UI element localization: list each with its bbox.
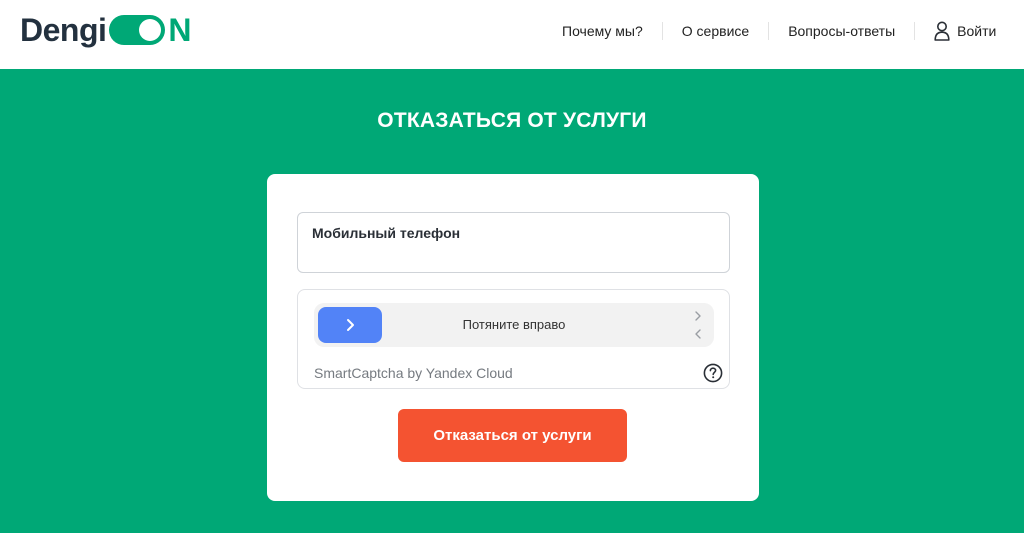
logo-suffix: N [168,11,192,48]
nav-link-about[interactable]: О сервисе [682,23,749,39]
chevron-left-icon-small [695,329,701,339]
captcha-brand: SmartCaptcha by Yandex Cloud [314,365,513,381]
site-header: Dengi N Почему мы? О сервисе Вопросы-отв… [0,0,1024,69]
phone-input[interactable] [312,245,712,267]
captcha-slider-track[interactable]: Потяните вправо [314,303,714,347]
nav-divider [661,22,663,40]
logo-text: Dengi [20,11,107,48]
logo[interactable]: Dengi N [20,10,192,50]
smart-captcha: Потяните вправо SmartCaptcha by Yandex C… [297,289,730,389]
login-link[interactable]: Войти [934,21,996,41]
logo-toggle-icon [109,15,166,45]
captcha-slider-handle[interactable] [318,307,382,343]
nav-divider [768,22,770,40]
phone-field-label: Мобильный телефон [312,225,461,241]
main-nav: Почему мы? О сервисе Вопросы-ответы Войт… [562,21,996,41]
page-title: ОТКАЗАТЬСЯ ОТ УСЛУГИ [377,109,647,132]
nav-divider [914,22,916,40]
nav-link-faq[interactable]: Вопросы-ответы [788,23,895,39]
user-icon [934,21,950,41]
slider-direction-arrows [695,311,701,339]
phone-field[interactable]: Мобильный телефон [297,212,730,273]
chevron-right-icon [347,319,354,331]
unsubscribe-form-card: Мобильный телефон Потяните вправо SmartC… [267,174,759,501]
chevron-right-icon-small [695,311,701,321]
login-label: Войти [957,23,997,39]
unsubscribe-button[interactable]: Отказаться от услуги [398,409,627,462]
nav-link-why-us[interactable]: Почему мы? [562,23,643,39]
help-icon[interactable] [703,363,723,383]
